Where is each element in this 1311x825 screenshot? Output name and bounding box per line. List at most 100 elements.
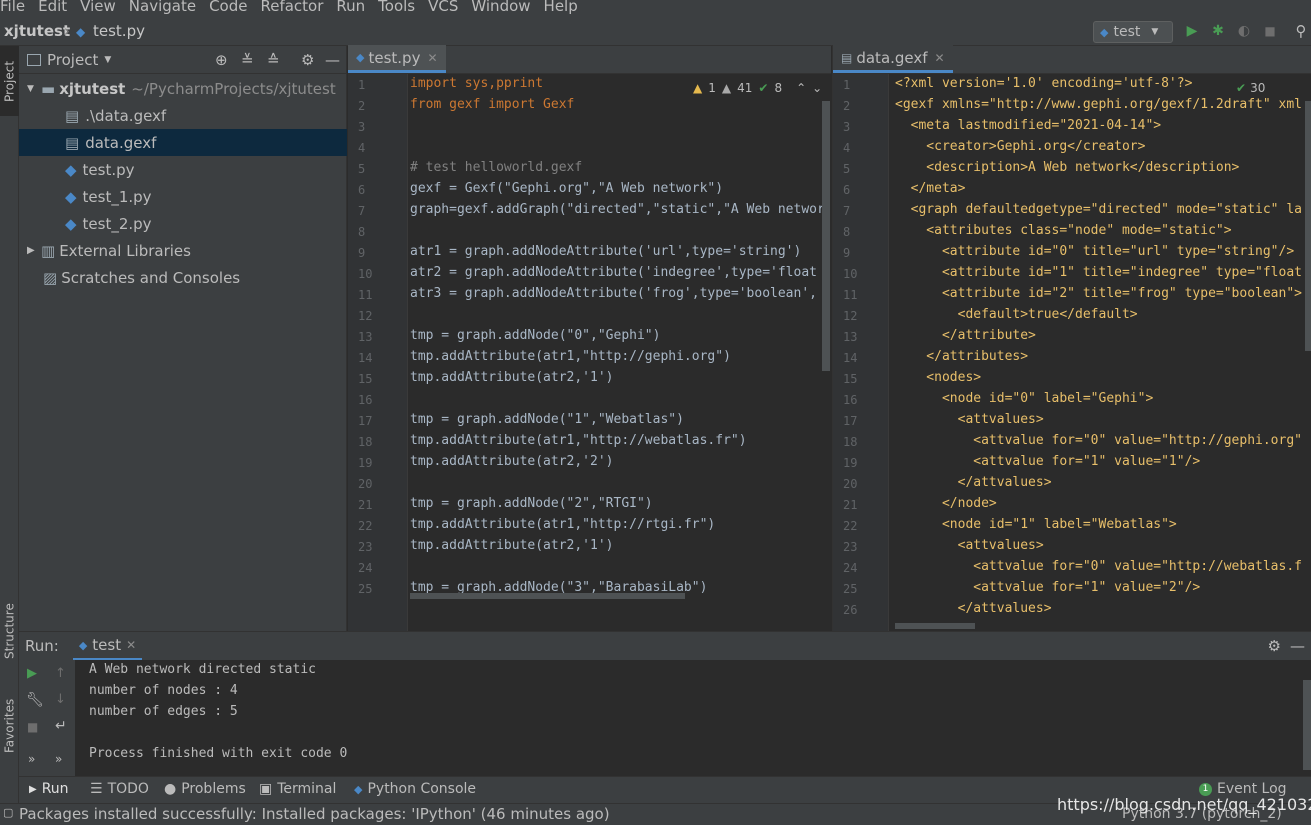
tree-root-path: ~/PycharmProjects/xjtutest [131, 79, 336, 98]
menu-edit[interactable]: Edit [38, 0, 67, 16]
code-line: <attributes class="node" mode="static"> [895, 223, 1232, 238]
vertical-scrollbar[interactable] [822, 101, 830, 371]
chevron-down-icon[interactable]: ▼ [104, 55, 111, 65]
python-file-icon: ◆ [65, 187, 77, 206]
inspection-widget[interactable]: ✔ 30 [1233, 81, 1269, 95]
editor-test-py[interactable]: ◆ test.py ✕ 1 2 3 4 5 6 7 8 9 10 11 12 13 14 15 16 17 18 1… [348, 45, 831, 631]
coverage-button[interactable]: ◐ [1235, 22, 1253, 40]
menu-tools[interactable]: Tools [378, 0, 415, 16]
editor-data-gexf[interactable]: ▤ data.gexf ✕ 1 2 3 4 5 6 7 8 9 10 11 12 13 14 15 16 17 1… [832, 45, 1311, 631]
stop-button[interactable]: ■ [1261, 22, 1279, 40]
menu-vcs[interactable]: VCS [428, 0, 458, 16]
line-number: 19 [843, 456, 858, 470]
inspection-widget[interactable]: ▲ 1 ▲ 41 ✔ 8 ⌃ ⌄ [690, 81, 826, 95]
bottom-tab-terminal[interactable]: ▣ Terminal [259, 781, 336, 797]
run-tab-test[interactable]: ◆ test ✕ [72, 632, 143, 660]
menu-refactor[interactable]: Refactor [260, 0, 323, 16]
tree-root-project[interactable]: ▼ ▬ xjtutest ~/PycharmProjects/xjtutest [19, 75, 347, 102]
menu-window[interactable]: Window [471, 0, 530, 16]
code-line: <meta lastmodified="2021-04-14"> [895, 118, 1162, 133]
arrow-up-icon[interactable]: ↑ [55, 666, 66, 681]
tree-external-libraries[interactable]: ▶ ▥ External Libraries [19, 237, 347, 264]
rerun-icon[interactable]: ▶ [27, 666, 37, 681]
run-panel-header: Run: ◆ test ✕ ⚙ — [19, 632, 1311, 660]
project-tool-tab[interactable]: Project [0, 46, 19, 116]
tree-item[interactable]: ◆ test_1.py [19, 183, 347, 210]
check-icon: ✔ [1236, 81, 1247, 95]
tab-test-py[interactable]: ◆ test.py ✕ [348, 45, 446, 73]
gear-icon[interactable]: ⚙ [301, 51, 314, 69]
stop-icon[interactable]: ■ [27, 720, 38, 734]
warning-icon: ▲ [693, 81, 703, 95]
more-icon[interactable]: » [55, 752, 62, 766]
line-number: 13 [843, 330, 858, 344]
code-line: <attribute id="1" title="indegree" type=… [895, 265, 1302, 280]
arrow-down-icon[interactable]: ↓ [55, 692, 66, 707]
menu-code[interactable]: Code [209, 0, 247, 16]
run-config-selector[interactable]: ◆ test ▼ [1093, 21, 1173, 43]
collapse-all-icon[interactable]: ≙ [267, 51, 280, 69]
run-config-label: test [1113, 24, 1141, 40]
line-number: 16 [843, 393, 858, 407]
chevron-up-icon[interactable]: ⌃ [796, 81, 806, 95]
search-icon: ⚲ [1295, 22, 1307, 40]
horizontal-scrollbar[interactable] [410, 593, 685, 599]
soft-wrap-icon[interactable]: ↵ [55, 718, 67, 734]
search-button[interactable]: ⚲ [1292, 22, 1310, 40]
tree-item[interactable]: ◆ test.py [19, 156, 347, 183]
tree-scratches[interactable]: ▨ Scratches and Consoles [19, 264, 347, 291]
expand-all-icon[interactable]: ≚ [241, 51, 254, 69]
line-number: 12 [843, 309, 858, 323]
menu-navigate[interactable]: Navigate [129, 0, 196, 16]
wrench-icon[interactable]: 🔧︎ [26, 692, 44, 708]
python-file-icon: ◆ [356, 51, 365, 64]
menu-run[interactable]: Run [336, 0, 365, 16]
minimize-icon[interactable]: — [1290, 637, 1305, 655]
tab-data-gexf[interactable]: ▤ data.gexf ✕ [833, 45, 953, 73]
tree-item[interactable]: ▤ data.gexf [19, 129, 347, 156]
debug-button[interactable]: ✱ [1209, 22, 1227, 40]
menu-file[interactable]: File [0, 0, 25, 16]
status-icon[interactable]: ▢ [3, 806, 13, 819]
vertical-scrollbar[interactable] [1305, 101, 1311, 351]
line-number: 25 [358, 582, 373, 596]
file-icon: ▤ [65, 106, 80, 125]
code-line: </attvalues> [895, 601, 1052, 616]
status-message[interactable]: Packages installed successfully: Install… [19, 805, 610, 823]
chevron-down-icon: ▼ [1151, 27, 1159, 37]
close-icon[interactable]: ✕ [126, 638, 136, 652]
horizontal-scrollbar[interactable] [895, 623, 975, 629]
locate-icon[interactable]: ⊕ [215, 51, 228, 69]
vertical-scrollbar[interactable] [1303, 680, 1311, 770]
gear-icon[interactable]: ⚙ [1268, 637, 1281, 655]
line-number: 10 [358, 267, 373, 281]
menu-view[interactable]: View [80, 0, 116, 16]
code-line: tmp.addAttribute(atr1,"http://gephi.org"… [410, 349, 731, 364]
favorites-tool-tab[interactable]: Favorites [0, 686, 19, 766]
bottom-tab-run[interactable]: ▶ Run [29, 781, 69, 797]
tree-item-label: test_2.py [82, 214, 152, 233]
tree-item[interactable]: ◆ test_2.py [19, 210, 347, 237]
python-file-icon: ◆ [65, 160, 77, 179]
run-console-output[interactable]: A Web network directed static number of … [75, 660, 1311, 777]
run-button[interactable]: ▶ [1183, 22, 1201, 40]
editor-tab-bar: ▤ data.gexf ✕ [833, 45, 1311, 74]
breadcrumb-file[interactable]: test.py [93, 22, 145, 40]
bottom-tab-problems[interactable]: ● Problems [164, 781, 246, 797]
project-panel-title[interactable]: Project [47, 51, 98, 69]
structure-tool-tab[interactable]: Structure [0, 591, 19, 671]
bottom-tab-python-console[interactable]: ◆ Python Console [354, 781, 476, 797]
bottom-tab-label: Terminal [277, 781, 337, 797]
bottom-tab-todo[interactable]: ☰ TODO [90, 781, 149, 797]
code-line: <gexf xmlns="http://www.gephi.org/gexf/1… [895, 97, 1302, 112]
line-number: 9 [358, 246, 366, 260]
tree-item[interactable]: ▤ .\data.gexf [19, 102, 347, 129]
breadcrumb-project[interactable]: xjtutest [4, 22, 70, 40]
minimize-icon[interactable]: — [325, 51, 340, 69]
more-icon[interactable]: » [28, 752, 35, 766]
line-number: 10 [843, 267, 858, 281]
close-icon[interactable]: ✕ [427, 51, 437, 65]
close-icon[interactable]: ✕ [935, 51, 945, 65]
menu-help[interactable]: Help [544, 0, 578, 16]
chevron-down-icon[interactable]: ⌄ [812, 81, 822, 95]
